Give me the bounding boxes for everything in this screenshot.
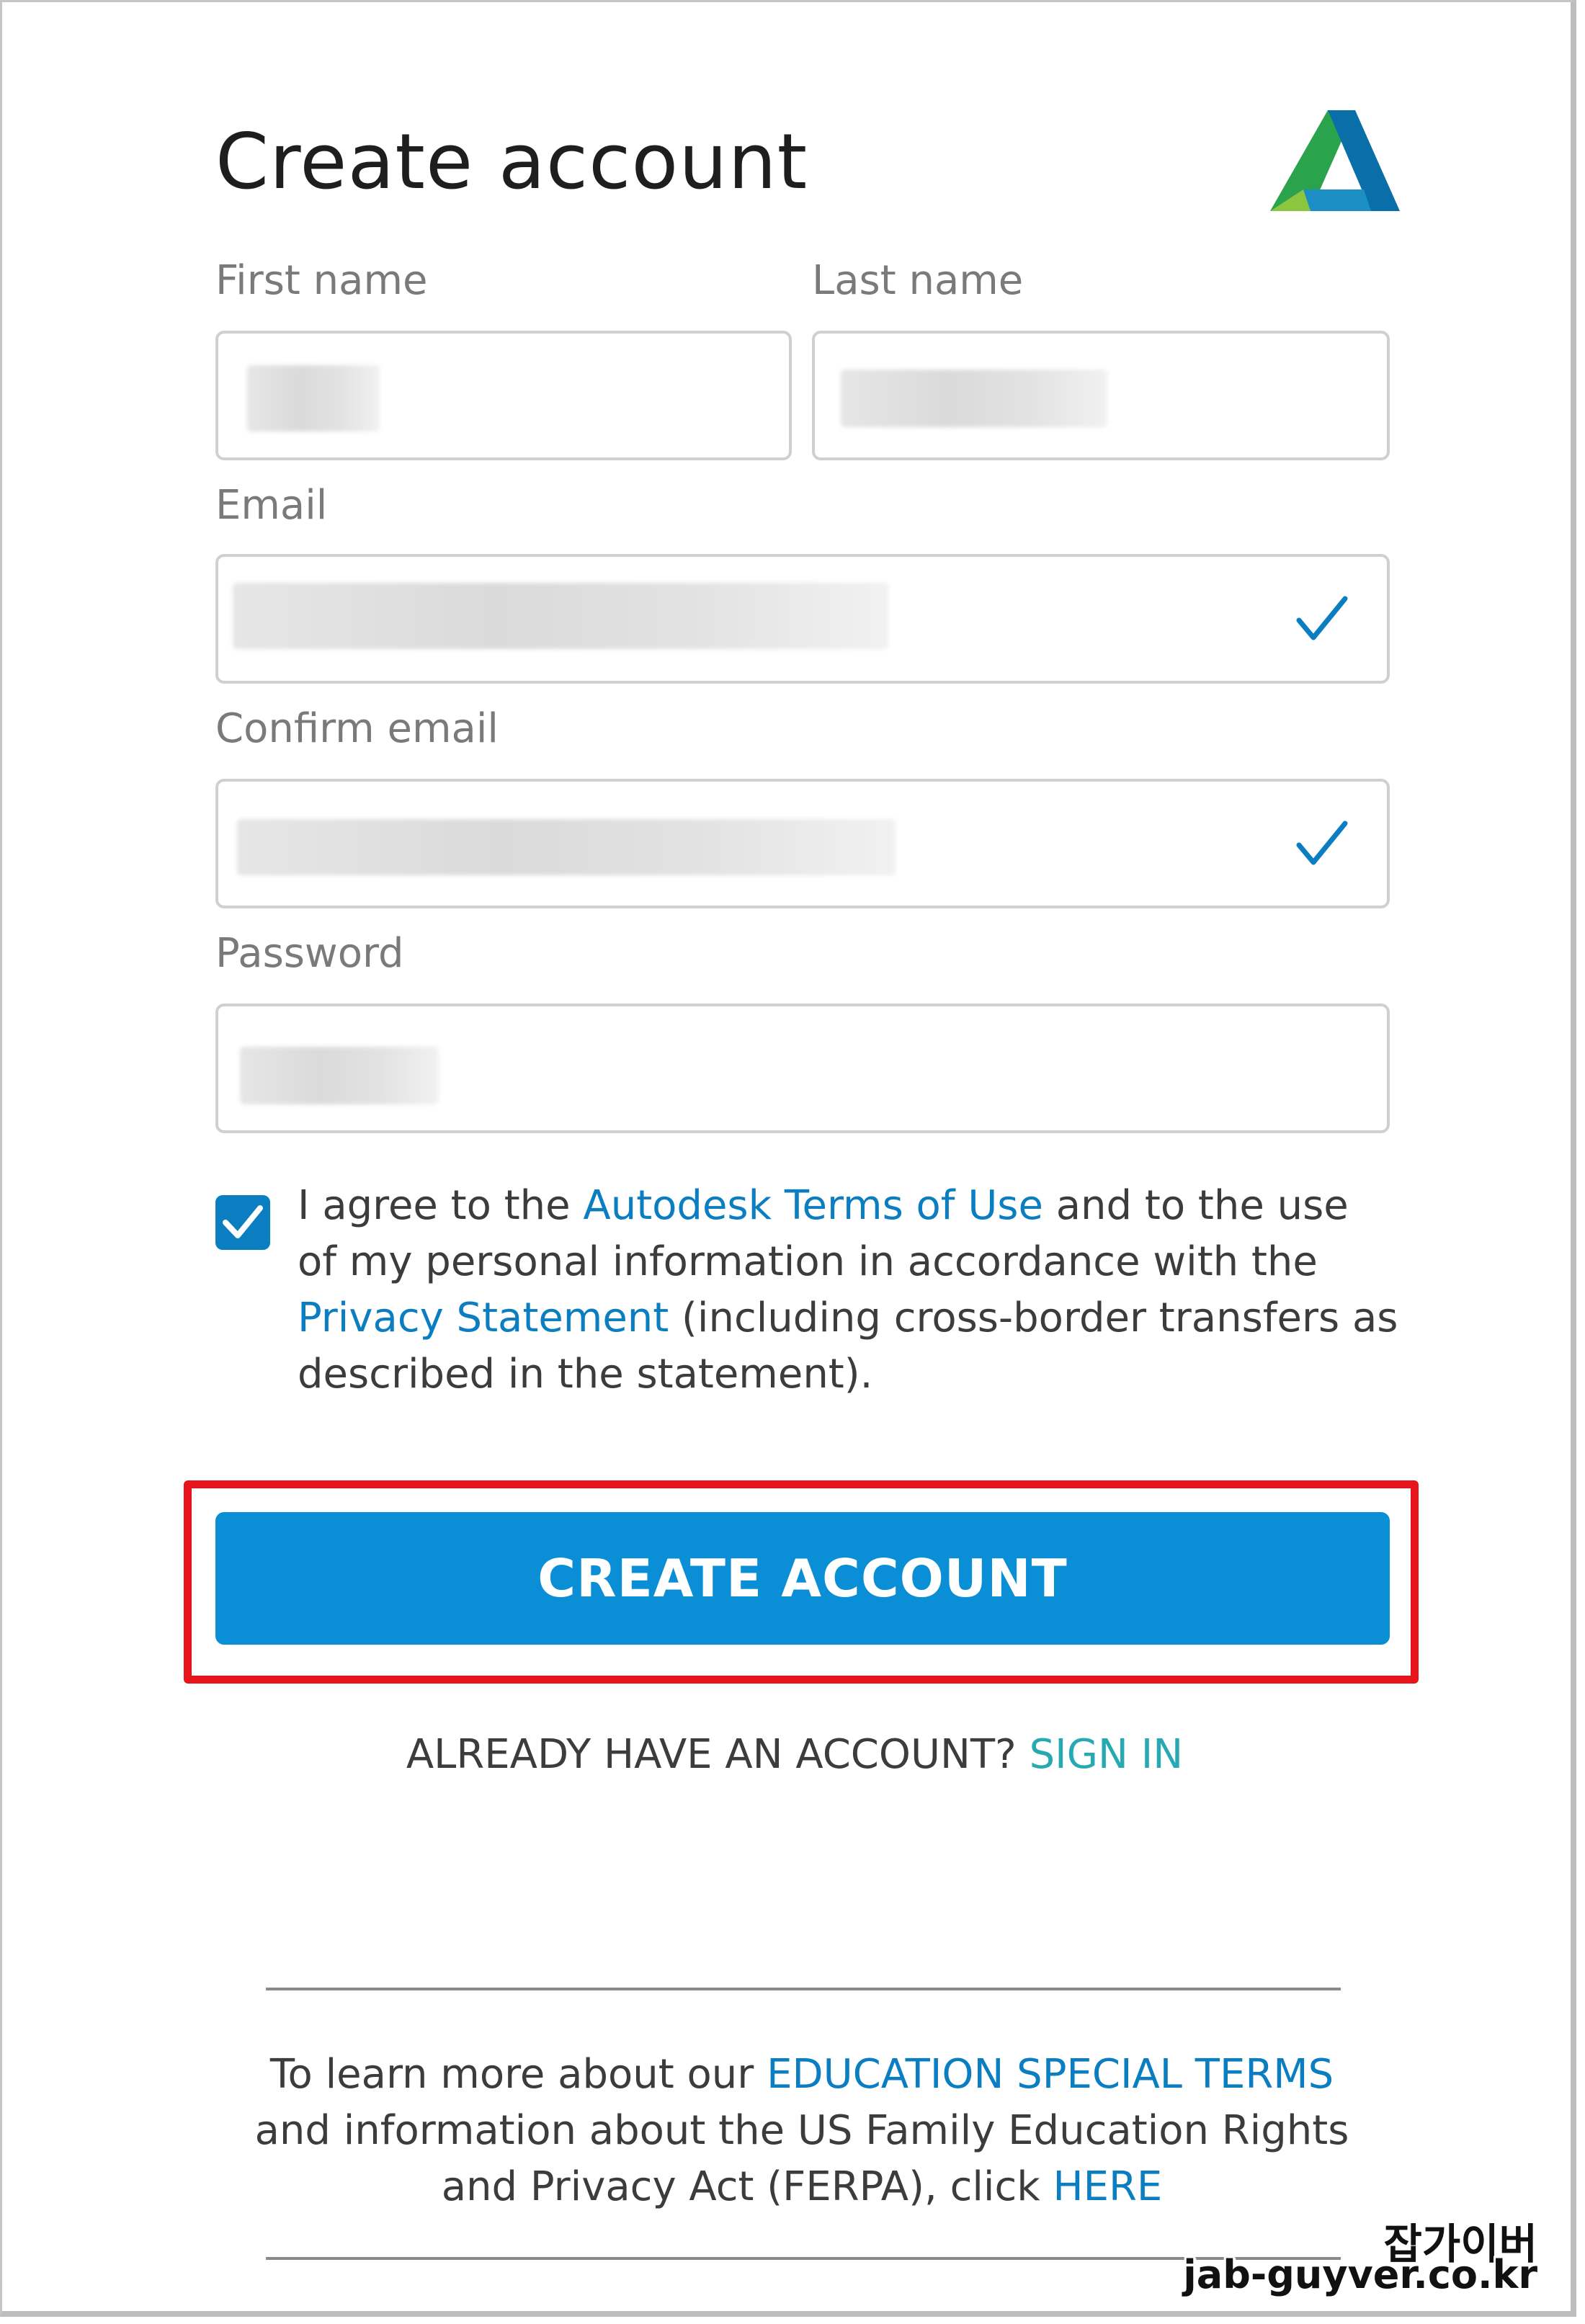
page-title: Create account xyxy=(215,117,808,206)
signup-panel: Create account First name Last name Emai… xyxy=(0,0,1576,2317)
education-text-1: To learn more about our xyxy=(269,2051,767,2098)
checkmark-icon xyxy=(1296,596,1348,640)
redacted-value xyxy=(240,1047,439,1104)
password-input[interactable] xyxy=(215,1004,1390,1133)
email-label: Email xyxy=(215,482,328,529)
first-name-label: First name xyxy=(215,257,428,304)
agree-checkbox[interactable] xyxy=(215,1195,270,1250)
redacted-value xyxy=(841,370,1107,427)
checkbox-check-icon xyxy=(223,1205,263,1238)
redacted-value xyxy=(233,583,888,649)
last-name-label: Last name xyxy=(812,257,1024,304)
confirm-email-input[interactable] xyxy=(215,779,1390,908)
here-link[interactable]: HERE xyxy=(1053,2163,1163,2210)
divider xyxy=(266,1988,1341,1990)
autodesk-logo-icon xyxy=(1270,110,1400,211)
education-text-2: and information about the US Family Educ… xyxy=(254,2107,1349,2210)
first-name-input[interactable] xyxy=(215,331,792,460)
agreement-text: I agree to the Autodesk Terms of Use and… xyxy=(298,1178,1400,1403)
checkmark-icon xyxy=(1296,821,1348,865)
signin-prompt: ALREADY HAVE AN ACCOUNT? SIGN IN xyxy=(2,1731,1585,1778)
education-terms-link[interactable]: EDUCATION SPECIAL TERMS xyxy=(767,2051,1334,2098)
confirm-email-label: Confirm email xyxy=(215,705,499,752)
password-label: Password xyxy=(215,930,404,977)
watermark-url: jab-guyver.co.kr xyxy=(1183,2252,1537,2297)
redacted-value xyxy=(237,819,896,875)
last-name-input[interactable] xyxy=(812,331,1390,460)
divider xyxy=(266,2257,1341,2260)
redacted-value xyxy=(247,365,380,432)
agreement-text-1: I agree to the xyxy=(298,1182,584,1229)
create-account-button[interactable]: CREATE ACCOUNT xyxy=(215,1512,1390,1645)
education-text: To learn more about our EDUCATION SPECIA… xyxy=(240,2047,1364,2215)
sign-in-link[interactable]: SIGN IN xyxy=(1030,1731,1184,1778)
terms-of-use-link[interactable]: Autodesk Terms of Use xyxy=(583,1182,1043,1229)
signin-prompt-text: ALREADY HAVE AN ACCOUNT? xyxy=(406,1731,1030,1778)
privacy-statement-link[interactable]: Privacy Statement xyxy=(298,1295,669,1341)
email-input[interactable] xyxy=(215,554,1390,684)
